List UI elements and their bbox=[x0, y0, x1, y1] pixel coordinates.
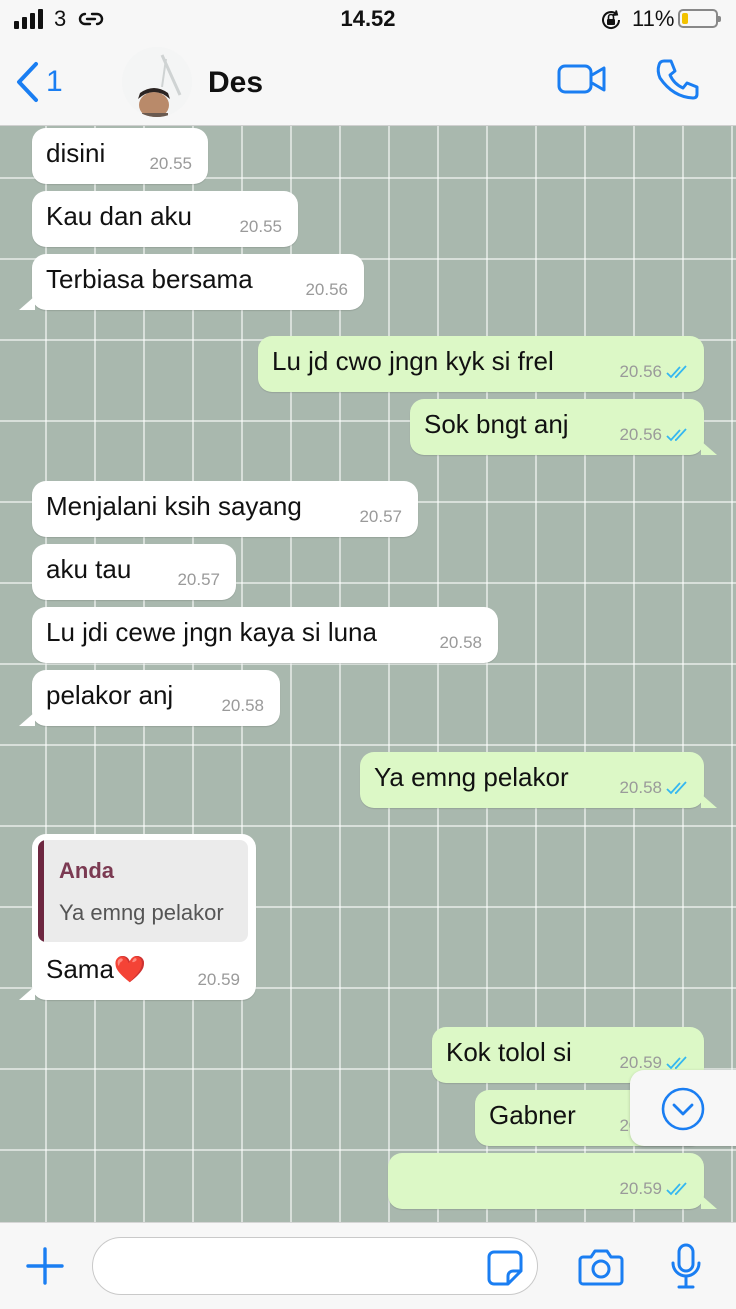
battery-percent: 11% bbox=[632, 6, 675, 31]
bubble-tail bbox=[701, 441, 717, 455]
bubble-tail bbox=[19, 296, 35, 310]
message-bubble-incoming-reply[interactable]: Anda Ya emng pelakor Sama❤️ 20.59 bbox=[19, 834, 256, 1000]
message-time: 20.55 bbox=[239, 217, 282, 236]
message-text: Terbiasa bersama bbox=[46, 264, 253, 294]
bubble-tail bbox=[19, 712, 35, 726]
plus-icon[interactable] bbox=[26, 1247, 64, 1285]
message-text: Lu jdi cewe jngn kaya si luna bbox=[46, 617, 377, 647]
phone-icon[interactable] bbox=[654, 56, 702, 104]
message-bubble-outgoing[interactable]: Lu jd cwo jngn kyk si frel 20.56 bbox=[258, 336, 704, 392]
message-meta: 20.58 bbox=[619, 778, 690, 798]
message-time: 20.56 bbox=[619, 425, 662, 444]
contact-name[interactable]: Des bbox=[208, 66, 263, 100]
message-bubble-outgoing[interactable]: 20.59 bbox=[388, 1153, 717, 1209]
scroll-to-bottom-button[interactable] bbox=[630, 1070, 736, 1146]
microphone-icon[interactable] bbox=[668, 1243, 704, 1291]
back-chevron-icon bbox=[17, 62, 38, 102]
message-bubble-incoming[interactable]: Kau dan aku 20.55 bbox=[32, 191, 298, 247]
scroll-down-icon bbox=[661, 1087, 705, 1131]
avatar-picture bbox=[122, 47, 192, 117]
message-text: Sok bngt anj bbox=[424, 409, 569, 439]
back-count: 1 bbox=[46, 65, 63, 98]
bubble-tail bbox=[701, 794, 717, 808]
quote-bar bbox=[38, 840, 44, 942]
chat-header: 1 Des bbox=[0, 40, 736, 126]
message-meta: 20.56 bbox=[619, 425, 690, 445]
message-time: 20.57 bbox=[359, 507, 402, 526]
camera-icon[interactable] bbox=[578, 1247, 624, 1287]
message-text: Gabner bbox=[489, 1100, 576, 1130]
message-time: 20.59 bbox=[197, 970, 240, 989]
compose-bar bbox=[0, 1222, 736, 1309]
message-text: Kau dan aku bbox=[46, 201, 193, 231]
message-bubble-incoming[interactable]: Menjalani ksih sayang 20.57 bbox=[32, 481, 418, 537]
battery-icon bbox=[678, 9, 721, 28]
read-ticks-icon bbox=[666, 365, 687, 379]
message-text: aku tau bbox=[46, 554, 132, 584]
status-time: 14.52 bbox=[340, 6, 396, 31]
back-button[interactable]: 1 bbox=[14, 60, 63, 104]
message-text: Kok tolol si bbox=[446, 1037, 572, 1067]
message-meta: 20.56 bbox=[619, 362, 690, 382]
message-bubble-outgoing[interactable]: Ya emng pelakor 20.58 bbox=[360, 752, 717, 808]
message-text: Lu jd cwo jngn kyk si frel bbox=[272, 346, 554, 376]
quoted-message[interactable]: Anda Ya emng pelakor bbox=[38, 840, 248, 942]
video-call-icon[interactable] bbox=[556, 62, 608, 96]
message-time: 20.58 bbox=[221, 696, 264, 715]
message-time: 20.59 bbox=[619, 1179, 662, 1198]
message-time: 20.58 bbox=[439, 633, 482, 652]
bubble-tail bbox=[19, 986, 35, 1000]
message-text: Ya emng pelakor bbox=[374, 762, 569, 792]
message-text: disini bbox=[46, 138, 106, 168]
message-bubble-incoming[interactable]: Lu jdi cewe jngn kaya si luna 20.58 bbox=[32, 607, 498, 663]
message-bubble-incoming[interactable]: aku tau 20.57 bbox=[32, 544, 236, 600]
status-bar: 3 14.52 11% bbox=[0, 0, 736, 40]
sticker-icon[interactable] bbox=[486, 1249, 524, 1287]
read-ticks-icon bbox=[666, 428, 687, 442]
message-bubble-incoming[interactable]: pelakor anj 20.58 bbox=[19, 670, 280, 726]
read-ticks-icon bbox=[666, 781, 687, 795]
message-bubble-outgoing[interactable]: Sok bngt anj 20.56 bbox=[410, 399, 717, 455]
message-time: 20.56 bbox=[305, 280, 348, 299]
bubble-tail bbox=[701, 1195, 717, 1209]
message-time: 20.57 bbox=[177, 570, 220, 589]
message-bubble-incoming[interactable]: disini 20.55 bbox=[32, 128, 208, 184]
orientation-lock-icon bbox=[602, 10, 621, 29]
message-bubble-incoming[interactable]: Terbiasa bersama 20.56 bbox=[19, 254, 364, 310]
message-input[interactable] bbox=[92, 1237, 538, 1295]
message-text: Menjalani ksih sayang bbox=[46, 491, 302, 521]
quote-author: Anda bbox=[59, 858, 114, 883]
message-text: pelakor anj bbox=[46, 680, 174, 710]
quote-text: Ya emng pelakor bbox=[59, 900, 224, 925]
read-ticks-icon bbox=[666, 1056, 687, 1070]
battery-level bbox=[682, 13, 688, 24]
message-time: 20.58 bbox=[619, 778, 662, 797]
message-time: 20.55 bbox=[149, 154, 192, 173]
message-time: 20.56 bbox=[619, 362, 662, 381]
message-meta: 20.59 bbox=[619, 1179, 690, 1199]
avatar[interactable] bbox=[122, 47, 192, 117]
read-ticks-icon bbox=[666, 1182, 687, 1196]
message-text: Sama❤️ bbox=[46, 954, 147, 984]
message-list[interactable]: disini 20.55 Kau dan aku 20.55 Terbiasa … bbox=[0, 126, 736, 1222]
